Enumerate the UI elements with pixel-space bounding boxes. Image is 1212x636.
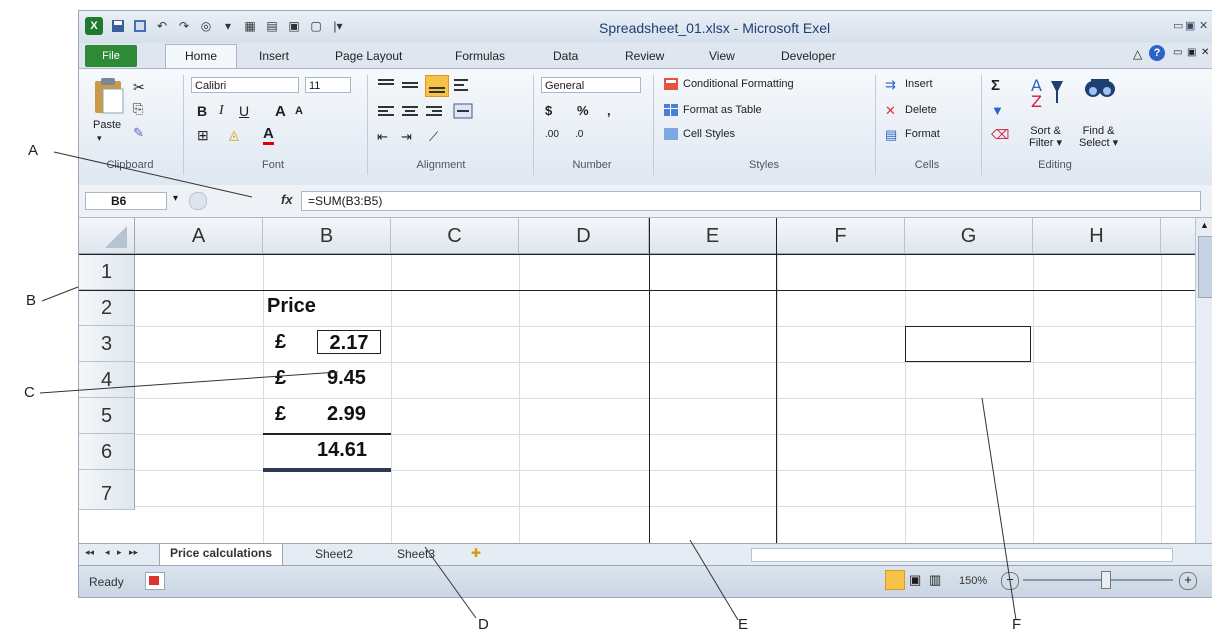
callout-e: E xyxy=(738,616,749,633)
callout-f: F xyxy=(1012,616,1022,633)
callout-b: B xyxy=(26,292,37,309)
callout-line-d xyxy=(424,546,477,619)
callout-line-f xyxy=(981,397,1017,621)
callout-line-e xyxy=(689,539,739,621)
callout-lines xyxy=(39,151,1017,621)
callout-c: C xyxy=(24,384,35,401)
callout-a: A xyxy=(28,142,39,159)
callout-line-b xyxy=(41,286,79,302)
callout-line-c xyxy=(39,371,339,394)
callout-d: D xyxy=(478,616,489,633)
callout-line-a xyxy=(53,151,253,198)
